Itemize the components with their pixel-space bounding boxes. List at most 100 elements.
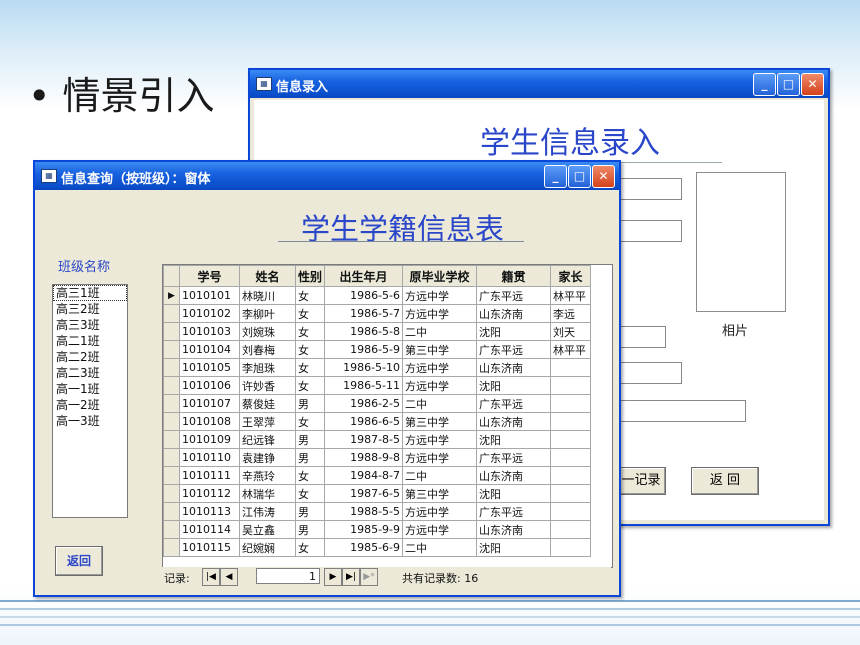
table-cell[interactable] xyxy=(550,502,592,521)
entry-field[interactable] xyxy=(616,178,682,200)
table-row[interactable]: 1010112 林瑞华女 1987-6-5 第三中学 沈阳 xyxy=(163,484,592,503)
table-cell[interactable]: 广东平远 xyxy=(476,448,552,467)
table-cell[interactable]: 广东平远 xyxy=(476,340,552,359)
table-cell[interactable]: 女 xyxy=(294,466,326,485)
table-cell[interactable]: 纪婉娴 xyxy=(239,538,296,557)
table-cell[interactable]: 方远中学 xyxy=(402,358,478,377)
table-cell[interactable]: 1010107 xyxy=(179,394,240,413)
table-cell[interactable]: 1010114 xyxy=(179,520,240,539)
table-cell[interactable]: 1985-6-9 xyxy=(324,538,404,557)
column-header[interactable]: 性别 xyxy=(294,265,326,287)
column-header[interactable]: 家长 xyxy=(550,265,592,287)
table-cell[interactable]: 1010110 xyxy=(179,448,240,467)
table-cell[interactable]: 1988-5-5 xyxy=(324,502,404,521)
table-cell[interactable] xyxy=(550,412,592,431)
table-cell[interactable]: 1987-6-5 xyxy=(324,484,404,503)
table-cell[interactable] xyxy=(550,394,592,413)
current-row-icon[interactable]: ▶ xyxy=(163,286,180,305)
row-selector[interactable] xyxy=(163,340,180,359)
maximize-icon[interactable]: □ xyxy=(777,73,800,96)
minimize-icon[interactable]: _ xyxy=(544,165,567,188)
table-cell[interactable]: 江伟涛 xyxy=(239,502,296,521)
table-cell[interactable]: 1986-5-11 xyxy=(324,376,404,395)
table-cell[interactable]: 女 xyxy=(294,340,326,359)
table-cell[interactable]: 李柳叶 xyxy=(239,304,296,323)
table-cell[interactable] xyxy=(550,484,592,503)
table-cell[interactable]: 广东平远 xyxy=(476,286,552,305)
table-cell[interactable]: 女 xyxy=(294,484,326,503)
class-list-item[interactable]: 高三2班 xyxy=(53,301,127,317)
minimize-icon[interactable]: _ xyxy=(753,73,776,96)
table-cell[interactable]: 1984-8-7 xyxy=(324,466,404,485)
class-list-item[interactable]: 高二1班 xyxy=(53,333,127,349)
table-cell[interactable]: 李远 xyxy=(550,304,592,323)
table-row[interactable]: 1010108 王翠萍女 1986-6-5 第三中学 山东济南 xyxy=(163,412,592,431)
table-cell[interactable]: 1010113 xyxy=(179,502,240,521)
table-cell[interactable]: 女 xyxy=(294,376,326,395)
table-row[interactable]: 1010105 李旭珠女 1986-5-10 方远中学 山东济南 xyxy=(163,358,592,377)
table-cell[interactable]: 刘春梅 xyxy=(239,340,296,359)
table-cell[interactable]: 二中 xyxy=(402,322,478,341)
row-selector[interactable] xyxy=(163,304,180,323)
next-record-icon[interactable]: ▶ xyxy=(324,568,342,586)
table-cell[interactable]: 1985-9-9 xyxy=(324,520,404,539)
table-cell[interactable]: 男 xyxy=(294,448,326,467)
table-cell[interactable]: 1010105 xyxy=(179,358,240,377)
table-cell[interactable]: 林晓川 xyxy=(239,286,296,305)
table-cell[interactable] xyxy=(550,430,592,449)
photo-box[interactable] xyxy=(696,172,786,312)
class-list-item[interactable]: 高一3班 xyxy=(53,413,127,429)
table-cell[interactable]: 纪远锋 xyxy=(239,430,296,449)
entry-window-titlebar[interactable]: ▦ 信息录入 _ □ ✕ xyxy=(250,70,828,98)
table-cell[interactable]: 沈阳 xyxy=(476,322,552,341)
table-cell[interactable]: 女 xyxy=(294,286,326,305)
row-selector[interactable] xyxy=(163,322,180,341)
table-row[interactable]: 1010107 蔡俊娃男 1986-2-5 二中 广东平远 xyxy=(163,394,592,413)
query-window-titlebar[interactable]: ▦ 信息查询（按班级）：窗体 _ □ ✕ xyxy=(35,162,619,190)
row-selector[interactable] xyxy=(163,430,180,449)
table-cell[interactable]: 方远中学 xyxy=(402,502,478,521)
table-cell[interactable]: 第三中学 xyxy=(402,340,478,359)
table-cell[interactable]: 1988-9-8 xyxy=(324,448,404,467)
maximize-icon[interactable]: □ xyxy=(568,165,591,188)
table-cell[interactable]: 山东济南 xyxy=(476,466,552,485)
table-cell[interactable]: 方远中学 xyxy=(402,286,478,305)
class-list-item[interactable]: 高一2班 xyxy=(53,397,127,413)
table-cell[interactable]: 袁建铮 xyxy=(239,448,296,467)
table-cell[interactable]: 辛燕玲 xyxy=(239,466,296,485)
table-row[interactable]: 1010106 许妙香女 1986-5-11 方远中学 沈阳 xyxy=(163,376,592,395)
table-cell[interactable]: 1010115 xyxy=(179,538,240,557)
return-button[interactable]: 返回 xyxy=(55,546,103,576)
table-cell[interactable]: 山东济南 xyxy=(476,304,552,323)
row-selector[interactable] xyxy=(163,412,180,431)
table-cell[interactable]: 二中 xyxy=(402,394,478,413)
table-row[interactable]: 1010109 纪远锋男 1987-8-5 方远中学 沈阳 xyxy=(163,430,592,449)
table-cell[interactable]: 1010109 xyxy=(179,430,240,449)
column-header[interactable]: 姓名 xyxy=(239,265,296,287)
table-cell[interactable]: 蔡俊娃 xyxy=(239,394,296,413)
table-cell[interactable]: 1010102 xyxy=(179,304,240,323)
entry-field[interactable] xyxy=(616,326,666,348)
table-row[interactable]: ▶ 1010101 林晓川女 1986-5-6 方远中学 广东平远 林平平 xyxy=(163,286,592,305)
table-cell[interactable]: 1986-5-9 xyxy=(324,340,404,359)
table-cell[interactable]: 男 xyxy=(294,394,326,413)
table-cell[interactable]: 1010103 xyxy=(179,322,240,341)
table-cell[interactable]: 女 xyxy=(294,358,326,377)
table-cell[interactable]: 广东平远 xyxy=(476,502,552,521)
row-selector[interactable] xyxy=(163,358,180,377)
table-cell[interactable]: 方远中学 xyxy=(402,430,478,449)
column-header[interactable]: 学号 xyxy=(179,265,240,287)
table-cell[interactable]: 方远中学 xyxy=(402,520,478,539)
table-cell[interactable]: 1010104 xyxy=(179,340,240,359)
table-cell[interactable]: 第三中学 xyxy=(402,484,478,503)
class-list-item[interactable]: 高二3班 xyxy=(53,365,127,381)
column-header[interactable]: 籍贯 xyxy=(476,265,552,287)
table-cell[interactable]: 男 xyxy=(294,430,326,449)
table-cell[interactable]: 方远中学 xyxy=(402,376,478,395)
row-selector[interactable] xyxy=(163,520,180,539)
table-cell[interactable]: 二中 xyxy=(402,538,478,557)
close-icon[interactable]: ✕ xyxy=(801,73,824,96)
class-list-item[interactable]: 高一1班 xyxy=(53,381,127,397)
column-header[interactable]: 原毕业学校 xyxy=(402,265,478,287)
table-cell[interactable]: 1986-5-8 xyxy=(324,322,404,341)
